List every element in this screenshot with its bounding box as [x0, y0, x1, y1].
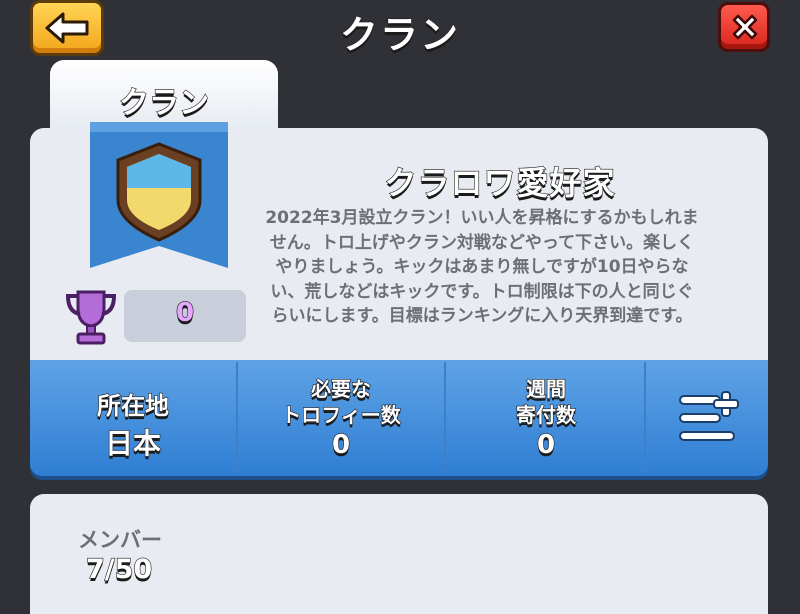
list-add-icon[interactable] [678, 388, 748, 448]
weekly-donations-label: 週間 寄付数 [515, 376, 576, 427]
stat-weekly-donations: 週間 寄付数 0 [446, 360, 646, 476]
trophy-icon [65, 290, 117, 345]
clan-trophy-count: 0 [175, 297, 195, 328]
clan-badge-banner [90, 122, 228, 268]
tab-clan[interactable]: クラン [50, 60, 278, 130]
location-label: 所在地 [96, 391, 169, 420]
stat-location: 所在地 日本 [30, 360, 236, 476]
tab-label: クラン [118, 85, 209, 121]
clan-name: クラロワ愛好家 [384, 163, 616, 202]
required-trophies-label: 必要な トロフィー数 [281, 376, 402, 427]
divider [644, 362, 646, 472]
members-panel: メンバー 7/50 [30, 494, 768, 614]
members-label: メンバー [78, 528, 162, 552]
location-value: 日本 [104, 426, 161, 460]
clan-description: 2022年3月設立クラン！いい人を昇格にするかもしれません。トロ上げやクラン対戦… [265, 208, 699, 326]
members-count: 7/50 [85, 553, 153, 585]
clan-stats-bar: 所在地 日本 必要な トロフィー数 0 週間 寄付数 0 [30, 360, 768, 476]
close-icon [732, 14, 758, 40]
close-button[interactable] [718, 2, 770, 52]
weekly-donations-value: 0 [536, 429, 556, 460]
stat-required-trophies: 必要な トロフィー数 0 [238, 360, 444, 476]
page-title: クラン [339, 12, 460, 57]
required-trophies-value: 0 [331, 429, 351, 460]
clan-trophy-box: 0 [124, 290, 246, 342]
